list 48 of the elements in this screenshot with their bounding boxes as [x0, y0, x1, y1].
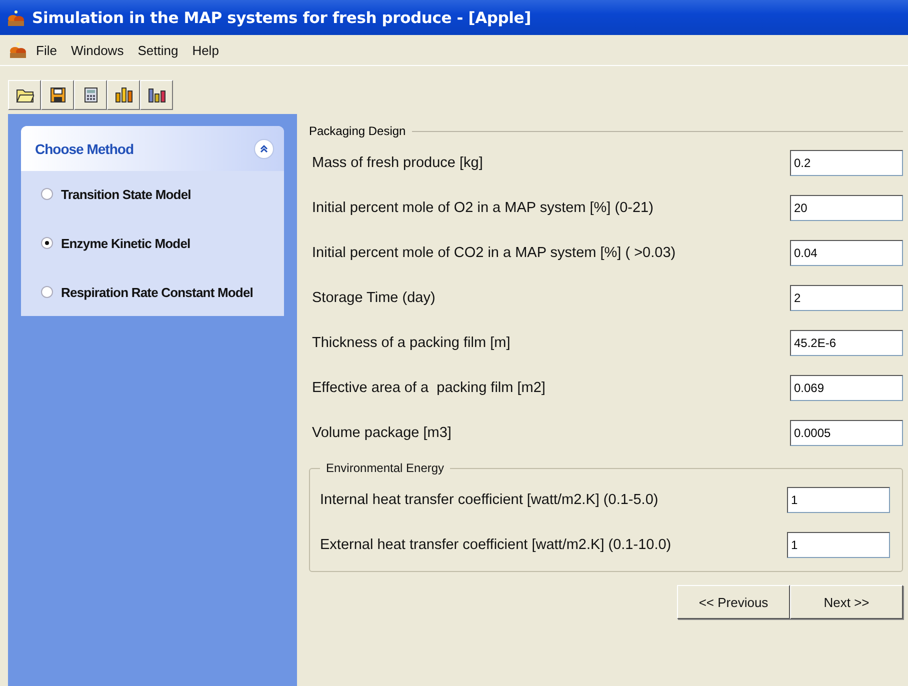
- toolbar-button[interactable]: [8, 80, 41, 110]
- method-option[interactable]: Respiration Rate Constant Model: [41, 281, 261, 304]
- field-label: Initial percent mole of O2 in a MAP system [%] (0-21): [312, 200, 654, 216]
- toolbar-button[interactable]: [41, 80, 74, 110]
- field-label: Initial percent mole of CO2 in a MAP system [%] ( >0.03): [312, 244, 676, 260]
- field-label: Mass of fresh produce [kg]: [312, 154, 483, 170]
- group-title: Environmental Energy: [325, 461, 446, 475]
- input-field[interactable]: 2: [790, 284, 903, 310]
- radio-button[interactable]: [41, 237, 53, 249]
- collapse-button[interactable]: [254, 138, 274, 158]
- menu-item[interactable]: Help: [186, 40, 225, 60]
- chevron-up-icon: [259, 144, 269, 154]
- input-field[interactable]: 0.0005: [790, 420, 903, 446]
- group-title: Packaging Design: [309, 124, 406, 138]
- field-label: Effective area of a packing film [m2]: [312, 380, 546, 396]
- input-field[interactable]: 1: [787, 532, 890, 558]
- input-field[interactable]: 1: [787, 486, 890, 512]
- radio-button[interactable]: [41, 286, 53, 298]
- input-field[interactable]: 0.2: [790, 150, 903, 176]
- field-label: Volume package [m3]: [312, 424, 452, 440]
- bar-chart-icon: [148, 87, 166, 103]
- radio-button[interactable]: [41, 188, 53, 200]
- save-icon: [50, 87, 66, 103]
- toolbar-button[interactable]: [107, 80, 140, 110]
- input-field[interactable]: 0.069: [790, 374, 903, 400]
- basket-icon: [8, 41, 28, 59]
- calculator-icon: [84, 87, 98, 103]
- field-label: Storage Time (day): [312, 290, 436, 306]
- field-label: Internal heat transfer coefficient [watt/m2.K] (0.1-5.0): [320, 492, 658, 508]
- menu-item[interactable]: Setting: [132, 40, 184, 60]
- toolbar-button[interactable]: [140, 80, 173, 110]
- basket-icon: [6, 8, 26, 26]
- folder-icon: [16, 87, 34, 103]
- field-label: External heat transfer coefficient [watt/m2.K] (0.1-10.0): [320, 536, 672, 552]
- menu-item[interactable]: Windows: [64, 40, 130, 60]
- previous-button[interactable]: << Previous: [677, 585, 790, 619]
- field-label: Thickness of a packing film [m]: [312, 334, 510, 350]
- toolbar-button[interactable]: [74, 80, 107, 110]
- method-option[interactable]: Enzyme Kinetic Model: [41, 232, 261, 255]
- menu-item[interactable]: File: [30, 40, 63, 60]
- input-field[interactable]: 20: [790, 194, 903, 220]
- input-field[interactable]: 45.2E-6: [790, 330, 903, 356]
- bar-chart-icon: [114, 87, 132, 103]
- panel-title: Choose Method: [35, 140, 134, 156]
- window-title: Simulation in the MAP systems for fresh produce - [Apple]: [32, 8, 531, 26]
- method-option[interactable]: Transition State Model: [41, 183, 261, 206]
- input-field[interactable]: 0.04: [790, 240, 903, 266]
- next-button[interactable]: Next >>: [790, 585, 903, 619]
